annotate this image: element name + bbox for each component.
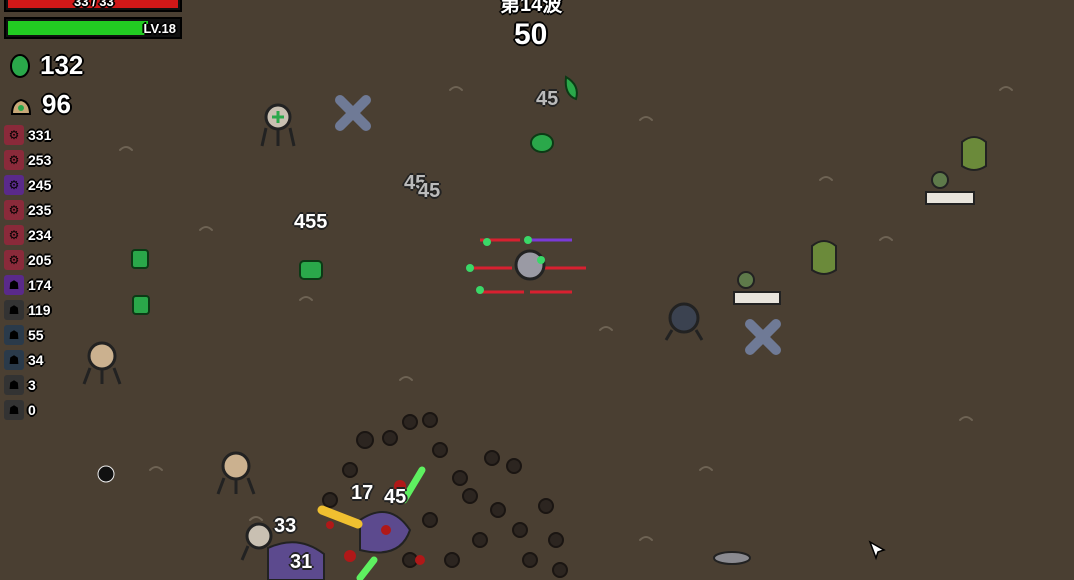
- weapon-damage: 3: [28, 376, 36, 393]
- materials-counter: 132: [8, 50, 83, 81]
- game-field: [0, 0, 1074, 580]
- weapon-icon: ☗: [4, 349, 24, 370]
- weapon-damage: 34: [28, 351, 44, 368]
- damage-number: 455: [294, 211, 328, 233]
- weapon-icon: ⚙: [4, 124, 24, 145]
- weapon-row: ⚙ 234: [4, 222, 51, 247]
- weapon-row: ☗ 55: [4, 322, 51, 347]
- weapon-row: ⚙ 253: [4, 147, 51, 172]
- weapon-damage: 253: [28, 151, 52, 168]
- xp-bar: LV.18: [4, 17, 182, 39]
- weapon-icon: ☗: [4, 399, 24, 420]
- weapon-icon: ☗: [4, 324, 24, 345]
- weapon-icon: ⚙: [4, 249, 24, 270]
- landmine-sprite: [713, 551, 751, 565]
- weapon-row: ☗ 0: [4, 397, 51, 422]
- damage-number: 45: [384, 486, 407, 508]
- weapon-row: ⚙ 205: [4, 247, 51, 272]
- weapon-damage: 0: [28, 401, 36, 418]
- weapon-icon: ⚙: [4, 174, 24, 195]
- bomb-sprite: [97, 465, 115, 483]
- weapon-damage: 174: [28, 276, 52, 293]
- weapon-icon: ⚙: [4, 149, 24, 170]
- materials-value: 132: [40, 50, 84, 80]
- weapon-list: ⚙ 331 ⚙ 253 ⚙ 245 ⚙ 235 ⚙ 234 ⚙ 205 ☗ 174 ☗ 119 …: [4, 122, 51, 422]
- weapon-damage: 331: [28, 126, 52, 143]
- weapon-row: ☗ 34: [4, 347, 51, 372]
- weapon-row: ☗ 119: [4, 297, 51, 322]
- damage-number: 33: [274, 515, 297, 537]
- weapon-icon: ☗: [4, 374, 24, 395]
- wave-title: 第14波: [500, 0, 563, 16]
- weapon-damage: 234: [28, 226, 52, 243]
- bag-icon: [10, 98, 32, 115]
- player-character: [514, 249, 546, 281]
- bag-counter: 96: [8, 89, 71, 120]
- damage-number: 45: [418, 180, 441, 202]
- weapon-icon: ⚙: [4, 224, 24, 245]
- xp-fill: [8, 21, 148, 35]
- weapon-icon: ☗: [4, 299, 24, 320]
- weapon-row: ⚙ 245: [4, 172, 51, 197]
- health-text: 33 / 33: [74, 0, 114, 9]
- weapon-damage: 245: [28, 176, 52, 193]
- weapon-icon: ⚙: [4, 199, 24, 220]
- weapon-damage: 205: [28, 251, 52, 268]
- bag-value: 96: [42, 89, 71, 119]
- level-text: LV.18: [143, 21, 176, 36]
- damage-number: 17: [351, 482, 374, 504]
- weapon-damage: 119: [28, 301, 51, 318]
- weapon-row: ☗ 3: [4, 372, 51, 397]
- weapon-damage: 55: [28, 326, 44, 343]
- weapon-row: ⚙ 331: [4, 122, 51, 147]
- health-bar: 33 / 33: [4, 0, 182, 12]
- material-icon: [10, 53, 30, 78]
- damage-number: 45: [536, 88, 559, 110]
- weapon-row: ⚙ 235: [4, 197, 51, 222]
- wave-timer: 50: [514, 18, 548, 51]
- weapon-icon: ☗: [4, 274, 24, 295]
- weapon-damage: 235: [28, 201, 52, 218]
- damage-number: 31: [290, 551, 313, 573]
- weapon-row: ☗ 174: [4, 272, 51, 297]
